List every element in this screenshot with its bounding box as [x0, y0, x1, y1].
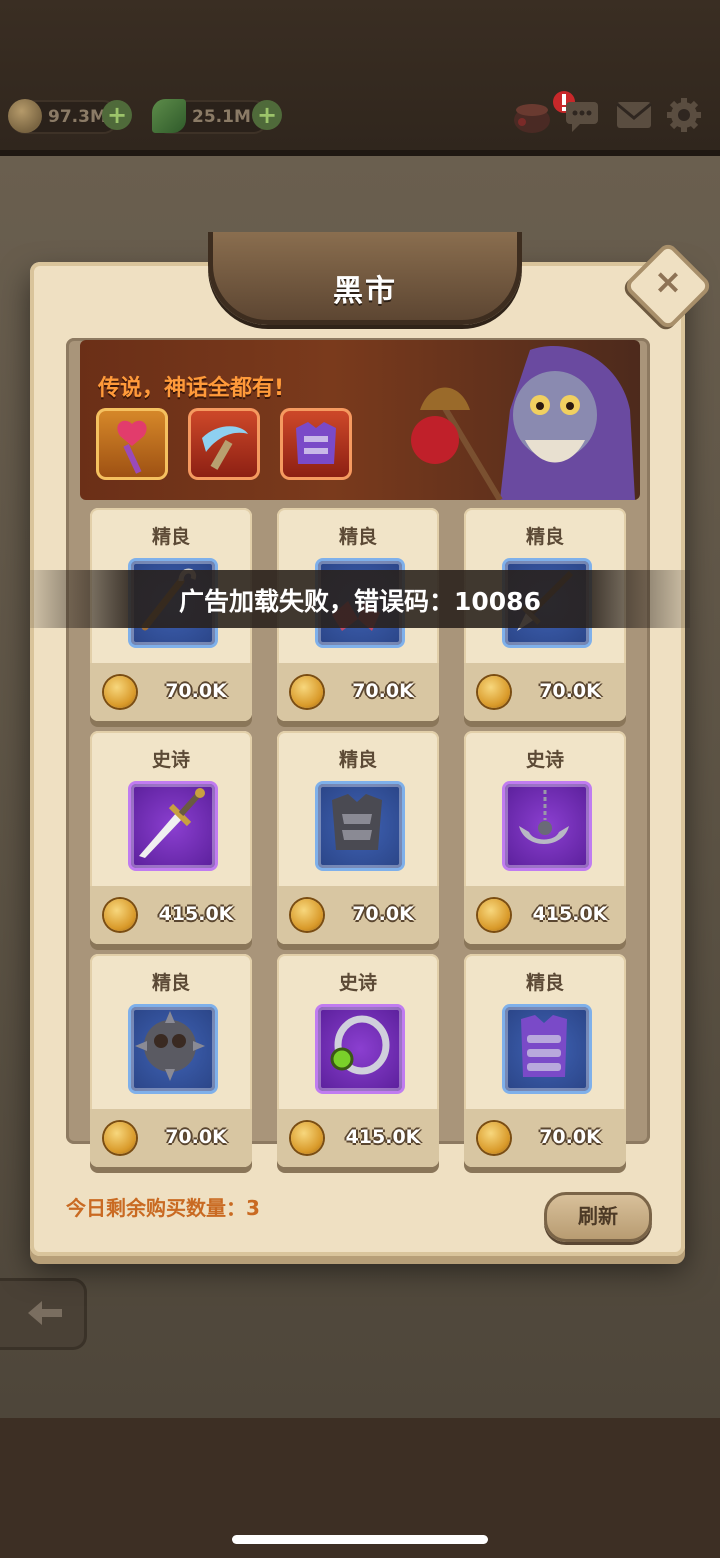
merchant-character-icon	[411, 346, 635, 500]
price-label: 70.0K	[165, 1126, 227, 1148]
add-gems-button[interactable]: +	[252, 100, 282, 130]
rarity-label: 史诗	[151, 749, 190, 771]
spiked-mace-icon	[128, 1004, 218, 1094]
error-toast: 广告加载失败，错误码：10086	[30, 570, 690, 628]
gold-coin-icon	[291, 676, 323, 708]
shop-item-card[interactable]: 精良 70.0K	[90, 954, 252, 1167]
armor-icon	[315, 781, 405, 871]
gold-resource: 97.3M +	[8, 99, 132, 134]
price-label: 70.0K	[165, 680, 227, 702]
settings-gear-icon[interactable]	[664, 96, 704, 134]
green-gem-icon	[152, 99, 186, 133]
legendary-scepter-icon	[96, 408, 168, 480]
arrow-right-icon	[28, 1301, 62, 1325]
close-icon[interactable]: ×	[636, 254, 700, 314]
gold-coin-icon	[104, 1122, 136, 1154]
error-toast-text: 广告加载失败，错误码：10086	[179, 587, 541, 616]
rarity-label: 精良	[338, 749, 377, 771]
gold-coin-icon	[291, 1122, 323, 1154]
price-label: 415.0K	[532, 903, 608, 925]
gold-coin-icon	[291, 899, 323, 931]
price-label: 70.0K	[352, 903, 414, 925]
gem-amount: 25.1M	[192, 107, 251, 127]
shop-item-card[interactable]: 史诗 415.0K	[277, 954, 439, 1167]
add-gold-button[interactable]: +	[102, 100, 132, 130]
chestplate-icon	[502, 1004, 592, 1094]
gold-coin-icon	[478, 1122, 510, 1154]
remaining-purchases-label: 今日剩余购买数量：3	[66, 1196, 260, 1220]
top-bar: 97.3M + 25.1M +	[0, 0, 720, 156]
rarity-label: 精良	[525, 526, 564, 548]
rarity-label: 精良	[525, 972, 564, 994]
mail-icon[interactable]	[614, 96, 654, 134]
side-expand-button[interactable]	[0, 1278, 87, 1350]
promo-banner: 传说，神话全都有!	[80, 340, 640, 500]
potion-pot-icon[interactable]	[508, 96, 556, 134]
price-label: 415.0K	[158, 903, 234, 925]
gold-coin-icon	[8, 99, 42, 133]
title-plate: 黑市	[208, 232, 522, 325]
gold-coin-icon	[478, 676, 510, 708]
gem-resource: 25.1M +	[152, 99, 282, 134]
rarity-label: 史诗	[338, 972, 377, 994]
rarity-label: 精良	[151, 526, 190, 548]
mythic-armor-icon	[280, 408, 352, 480]
gold-coin-icon	[478, 899, 510, 931]
chat-icon[interactable]	[562, 96, 602, 134]
refresh-button-label[interactable]: 刷新	[544, 1200, 652, 1229]
rarity-label: 精良	[151, 972, 190, 994]
home-indicator[interactable]	[232, 1535, 488, 1544]
shop-item-card[interactable]: 精良 70.0K	[277, 731, 439, 944]
rarity-label: 史诗	[525, 749, 564, 771]
banner-text: 传说，神话全都有!	[98, 376, 285, 401]
price-label: 415.0K	[345, 1126, 421, 1148]
gold-coin-icon	[104, 676, 136, 708]
shop-item-card[interactable]: 精良 70.0K	[464, 954, 626, 1167]
rarity-label: 精良	[338, 526, 377, 548]
mythic-weapon-icon	[188, 408, 260, 480]
price-label: 70.0K	[539, 1126, 601, 1148]
sword-icon	[128, 781, 218, 871]
shop-item-card[interactable]: 史诗 415.0K	[464, 731, 626, 944]
price-label: 70.0K	[352, 680, 414, 702]
gold-amount: 97.3M	[48, 107, 107, 127]
dialog-title: 黑市	[333, 274, 397, 309]
anchor-icon	[502, 781, 592, 871]
shop-item-card[interactable]: 史诗 415.0K	[90, 731, 252, 944]
price-label: 70.0K	[539, 680, 601, 702]
gold-coin-icon	[104, 899, 136, 931]
ring-icon	[315, 1004, 405, 1094]
